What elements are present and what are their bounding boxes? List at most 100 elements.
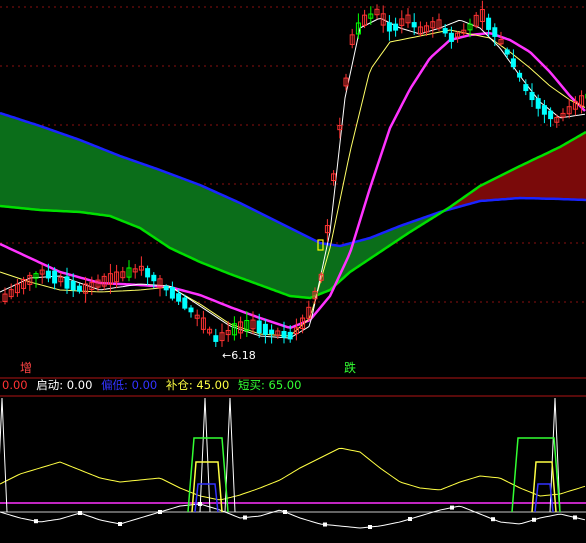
- marker-right: 跌: [344, 361, 357, 375]
- band-fill-green: [136, 161, 138, 228]
- band-fill-green: [192, 182, 194, 260]
- candle-down: [504, 49, 510, 55]
- indicator-label-low: 偏低: 0.00: [101, 378, 158, 392]
- band-fill-green: [108, 151, 110, 216]
- low-price-label: ←6.18: [222, 349, 256, 362]
- band-fill-green: [182, 178, 184, 255]
- candle-down: [70, 280, 76, 291]
- band-fill-green: [28, 122, 30, 209]
- band-fill-green: [242, 204, 244, 280]
- band-fill-red: [578, 135, 580, 200]
- candle-down: [541, 105, 547, 115]
- indicator-label-add: 补仓: 45.00: [165, 378, 230, 392]
- candle-down: [486, 17, 492, 30]
- candle-down: [442, 28, 448, 34]
- band-fill-green: [368, 238, 370, 260]
- indicator-marker: [118, 522, 122, 526]
- band-fill-green: [204, 186, 206, 265]
- band-fill-green: [40, 126, 42, 211]
- band-fill-red: [540, 155, 542, 199]
- band-fill-green: [190, 181, 192, 259]
- band-fill-green: [358, 240, 360, 267]
- band-fill-green: [252, 209, 254, 283]
- candle-down: [529, 91, 535, 101]
- band-fill-green: [116, 154, 118, 220]
- band-fill-red: [532, 159, 534, 199]
- band-fill-green: [52, 130, 54, 211]
- band-fill-green: [12, 116, 14, 208]
- band-fill-green: [226, 196, 228, 274]
- candle-down: [393, 23, 399, 31]
- band-fill-green: [366, 238, 368, 262]
- band-fill-green: [180, 177, 182, 254]
- band-fill-green: [218, 193, 220, 270]
- band-fill-green: [176, 176, 178, 252]
- band-fill-green: [86, 142, 88, 214]
- band-fill-green: [224, 195, 226, 273]
- band-fill-green: [356, 241, 358, 268]
- band-fill-green: [198, 184, 200, 262]
- band-fill-green: [146, 165, 148, 234]
- band-fill-green: [304, 235, 306, 298]
- band-fill-green: [138, 162, 140, 228]
- band-fill-green: [308, 237, 310, 298]
- band-fill-green: [246, 206, 248, 281]
- band-fill-green: [170, 173, 172, 249]
- band-fill-green: [62, 133, 64, 212]
- band-fill-green: [106, 150, 108, 216]
- band-fill-green: [112, 152, 114, 218]
- band-fill-green: [172, 174, 174, 250]
- band-fill-green: [310, 238, 312, 298]
- band-fill-green: [132, 160, 134, 226]
- band-fill-red: [542, 154, 544, 199]
- band-fill-green: [60, 133, 62, 212]
- band-fill-red: [522, 164, 524, 199]
- band-fill-red: [546, 152, 548, 199]
- band-fill-green: [104, 149, 106, 216]
- band-fill-red: [498, 176, 500, 200]
- band-fill-red: [582, 133, 584, 200]
- band-fill-green: [266, 216, 268, 288]
- band-fill-red: [554, 148, 556, 199]
- indicator-legend: 0.00 启动: 0.00 偏低: 0.00 补仓: 45.00 短买: 65.…: [2, 379, 306, 392]
- band-fill-red: [500, 175, 502, 200]
- candle-down: [169, 287, 175, 299]
- band-fill-green: [90, 144, 92, 214]
- band-fill-green: [210, 189, 212, 267]
- candle-down: [510, 58, 516, 68]
- band-fill-green: [0, 113, 2, 207]
- band-fill-red: [492, 179, 494, 201]
- band-fill-green: [298, 232, 300, 297]
- band-fill-green: [264, 215, 266, 288]
- band-fill-green: [334, 245, 336, 287]
- band-fill-green: [22, 120, 24, 209]
- band-fill-green: [312, 239, 314, 298]
- band-fill-green: [2, 113, 4, 207]
- band-fill-green: [302, 234, 304, 298]
- indicator-marker: [532, 517, 536, 522]
- band-fill-green: [288, 227, 290, 296]
- band-fill-green: [270, 218, 272, 290]
- band-fill-green: [200, 185, 202, 263]
- band-fill-green: [280, 223, 282, 294]
- band-fill-green: [284, 225, 286, 295]
- band-fill-red: [560, 145, 562, 200]
- band-fill-red: [556, 147, 558, 199]
- candle-down: [176, 293, 182, 302]
- band-fill-green: [300, 233, 302, 298]
- band-fill-green: [70, 136, 72, 212]
- band-fill-green: [122, 156, 124, 222]
- band-fill-green: [214, 191, 216, 269]
- band-fill-green: [332, 244, 334, 289]
- candle-down: [45, 270, 51, 279]
- band-fill-red: [530, 160, 532, 199]
- band-fill-green: [100, 148, 102, 215]
- band-fill-green: [72, 137, 74, 212]
- band-fill-green: [124, 157, 126, 223]
- indicator-label-0: 0.00: [2, 378, 28, 392]
- band-fill-green: [208, 188, 210, 266]
- candle-down: [535, 98, 541, 109]
- band-fill-green: [64, 134, 66, 212]
- band-fill-green: [76, 138, 78, 212]
- marker-left: 增: [20, 361, 33, 375]
